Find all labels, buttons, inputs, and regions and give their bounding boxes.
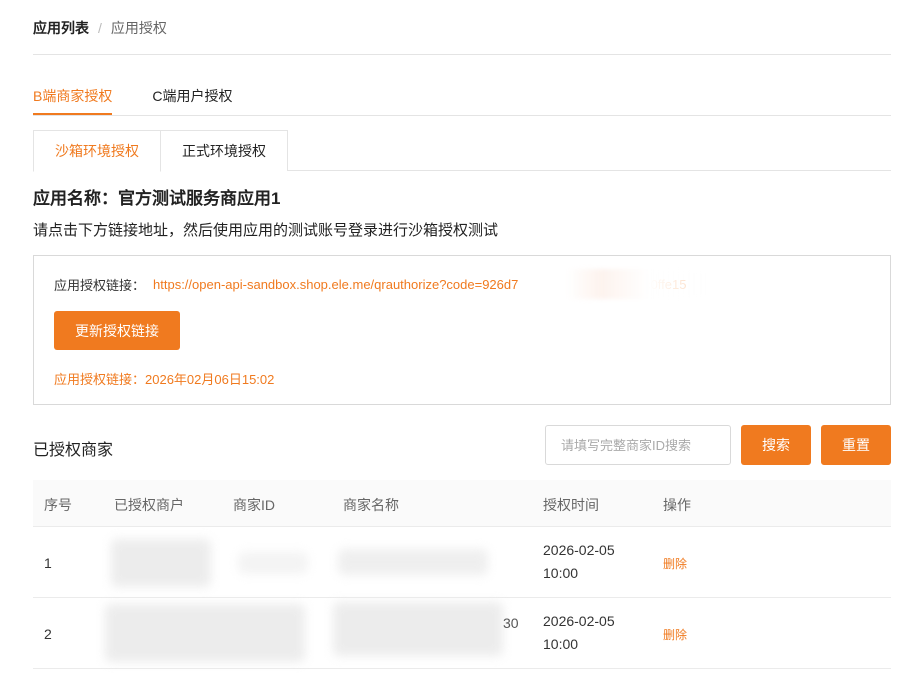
tab-production-auth[interactable]: 正式环境授权 [161, 130, 288, 171]
tab-b-merchant-auth[interactable]: B端商家授权 [33, 86, 113, 115]
row-index: 1 [44, 555, 52, 571]
column-header-auth-time: 授权时间 [543, 497, 599, 513]
search-button[interactable]: 搜索 [741, 425, 811, 465]
redacted-shop-name [338, 549, 488, 575]
tab-sandbox-auth[interactable]: 沙箱环境授权 [33, 130, 161, 172]
app-name-title: 应用名称：官方测试服务商应用1 [33, 189, 281, 208]
column-header-merchant: 已授权商户 [114, 497, 184, 513]
merchant-id-search-input[interactable] [545, 425, 731, 465]
row-index: 2 [44, 626, 52, 642]
row-auth-time: 2026-02-05 10:00 [543, 613, 615, 652]
column-header-shop-id: 商家ID [233, 497, 275, 513]
authorized-merchants-title: 已授权商家 [33, 442, 114, 459]
auth-type-tabs: B端商家授权 C端用户授权 [33, 86, 891, 116]
tab-c-user-auth[interactable]: C端用户授权 [152, 86, 232, 115]
delete-link[interactable]: 删除 [663, 626, 687, 643]
column-header-actions: 操作 [663, 497, 691, 513]
table-row: 2 30 2026-02-05 10:00 删除 [33, 598, 891, 669]
table-header: 序号 已授权商户 商家ID 商家名称 授权时间 操作 [33, 480, 891, 527]
column-header-shop-name: 商家名称 [343, 497, 399, 513]
redacted-merchant [105, 604, 305, 662]
auth-link-time: 应用授权链接：2026年02月06日15:02 [54, 372, 275, 387]
auth-link-row: 应用授权链接： https://open-api-sandbox.shop.el… [54, 269, 704, 299]
auth-link-url[interactable]: https://open-api-sandbox.shop.ele.me/qra… [153, 269, 704, 299]
row-name-tail: 30 [503, 615, 519, 631]
breadcrumb-separator: / [98, 20, 102, 36]
instruction-text: 请点击下方链接地址，然后使用应用的测试账号登录进行沙箱授权测试 [33, 222, 499, 239]
auth-link-label: 应用授权链接： [54, 278, 146, 293]
merchants-table: 序号 已授权商户 商家ID 商家名称 授权时间 操作 1 2026-02-05 … [33, 480, 891, 669]
redacted-shop-name [333, 602, 503, 656]
breadcrumb: 应用列表 / 应用授权 [33, 18, 167, 38]
column-header-index: 序号 [44, 497, 72, 513]
table-row: 1 2026-02-05 10:00 删除 [33, 527, 891, 598]
redacted-shop-id [238, 552, 308, 574]
redaction-blur [567, 269, 704, 299]
breadcrumb-current: 应用授权 [110, 20, 167, 36]
row-auth-time: 2026-02-05 10:00 [543, 542, 615, 581]
header-divider [33, 54, 891, 55]
reset-button[interactable]: 重置 [821, 425, 891, 465]
breadcrumb-root-link[interactable]: 应用列表 [33, 18, 89, 38]
environment-tabs: 沙箱环境授权 正式环境授权 [33, 130, 891, 172]
refresh-auth-link-button[interactable]: 更新授权链接 [54, 311, 180, 350]
auth-link-panel: 应用授权链接： https://open-api-sandbox.shop.el… [33, 255, 891, 405]
delete-link[interactable]: 删除 [663, 555, 687, 572]
redacted-merchant [111, 539, 211, 587]
